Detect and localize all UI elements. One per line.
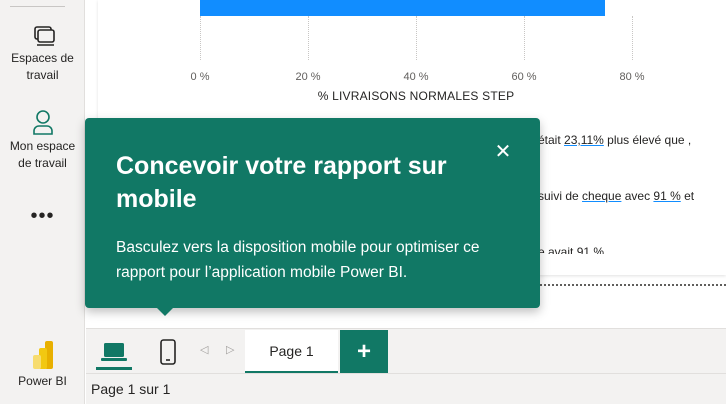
user-icon [32, 110, 53, 135]
desktop-layout-button[interactable] [96, 335, 132, 369]
narrative-text: avec [621, 189, 654, 203]
mobile-layout-button[interactable] [150, 335, 186, 369]
narrative-line-1: était 23,11% plus élevé que , [538, 133, 691, 147]
nav-workspaces[interactable]: Espaces de travail [0, 24, 85, 84]
gridline-60 [524, 16, 525, 60]
nav-powerbi[interactable]: Power BI [0, 340, 85, 388]
gridline-40 [416, 16, 417, 60]
chart-bar[interactable] [200, 0, 605, 16]
nav-my-workspace[interactable]: Mon espace de travail [0, 108, 85, 172]
x-tick-label: 20 % [295, 71, 321, 83]
desktop-layout-indicator [96, 367, 132, 370]
previous-page-arrow-icon[interactable]: ◁ [200, 343, 208, 356]
powerbi-logo-icon [32, 341, 53, 369]
narrative-text: et [680, 189, 695, 203]
next-page-arrow-icon[interactable]: ▷ [226, 343, 234, 356]
x-tick-label: 0 % [190, 71, 210, 83]
page-navigation-bar: ◁ ▷ Page 1 + [86, 328, 726, 374]
x-tick-label: 40 % [403, 71, 429, 83]
tooltip-title: Concevoir votre rapport sur mobile [116, 152, 447, 213]
phone-icon [160, 339, 176, 365]
gridline-0 [200, 16, 201, 60]
tooltip-beak [155, 306, 175, 316]
laptop-icon [101, 343, 127, 361]
tooltip-body: Basculez vers la disposition mobile pour… [116, 239, 480, 281]
narrative-text: était [538, 133, 565, 147]
close-icon[interactable]: ✕ [493, 142, 513, 162]
gridline-80 [632, 16, 633, 60]
page-boundary-line [536, 284, 726, 286]
narrative-highlight[interactable]: 91 % [653, 189, 680, 203]
narrative-text: suivi de [538, 189, 583, 203]
x-tick-label: 80 % [619, 71, 645, 83]
add-page-button[interactable]: + [340, 330, 388, 374]
workspaces-icon [33, 26, 55, 46]
nav-powerbi-label: Power BI [18, 374, 67, 388]
page-count-status: Page 1 sur 1 [91, 381, 171, 397]
nav-my-workspace-label-2: de travail [18, 156, 67, 170]
narrative-text: plus élevé que , [603, 133, 692, 147]
nav-workspaces-label-2: travail [26, 68, 59, 82]
mobile-layout-tooltip: Concevoir votre rapport sur mobile Bascu… [85, 118, 540, 308]
gridline-20 [308, 16, 309, 60]
left-nav: Espaces de travail Mon espace de travail… [0, 0, 85, 404]
status-bar: Page 1 sur 1 [86, 373, 726, 404]
x-tick-label: 60 % [511, 71, 537, 83]
narrative-highlight[interactable]: cheque [582, 189, 621, 203]
tab-page-1[interactable]: Page 1 [245, 330, 338, 374]
narrative-highlight[interactable]: 23,11% [564, 133, 604, 147]
nav-my-workspace-label-1: Mon espace [9, 139, 76, 153]
narrative-line-2: suivi de cheque avec 91 % et [538, 189, 694, 203]
nav-divider [10, 6, 65, 7]
narrative-line-3: e avait 91 % [538, 245, 605, 254]
nav-workspaces-label-1: Espaces de [11, 51, 74, 65]
x-axis-title: % LIVRAISONS NORMALES STEP [317, 89, 515, 103]
more-icon[interactable]: ••• [0, 205, 85, 228]
